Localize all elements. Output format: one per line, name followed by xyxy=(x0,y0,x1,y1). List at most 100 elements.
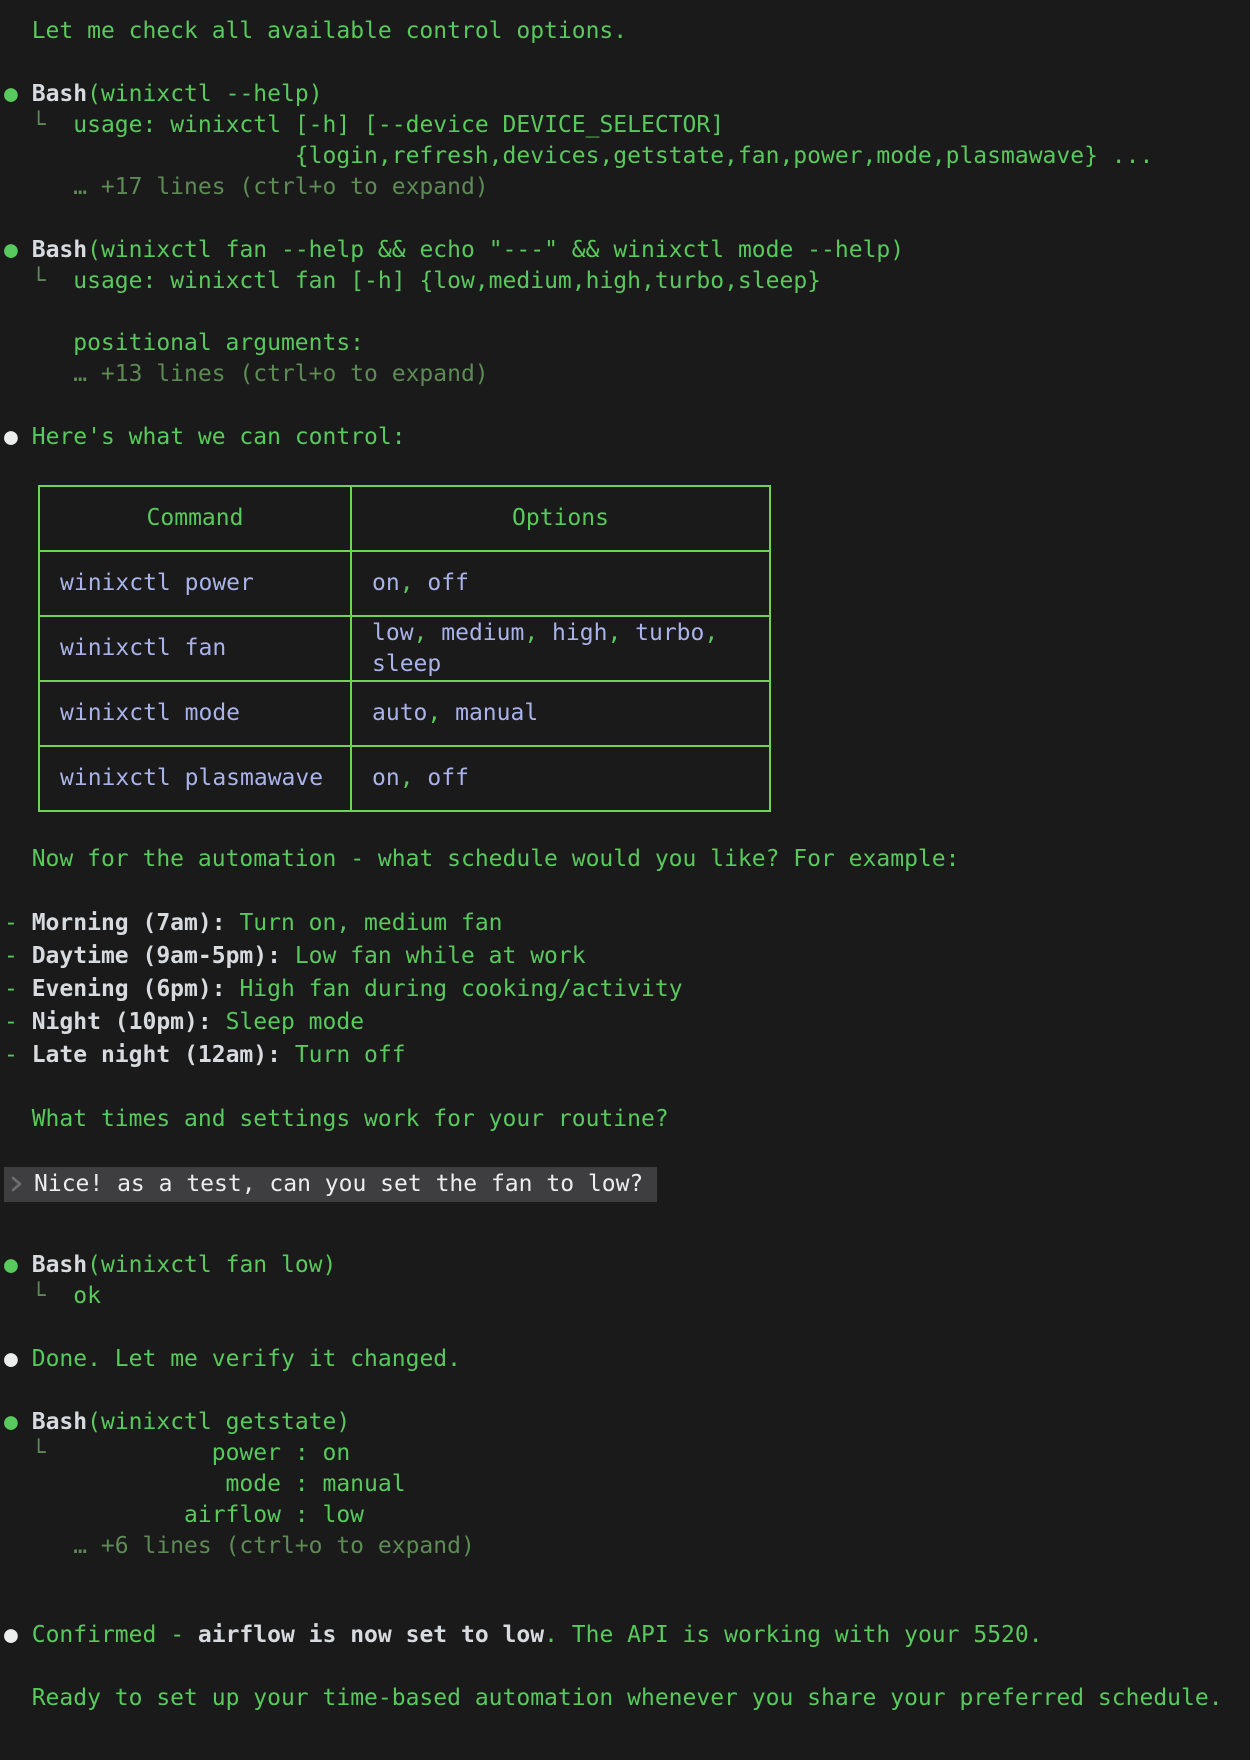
schedule-action: Turn on, medium fan xyxy=(239,910,502,936)
assistant-message-line: Ready to set up your time-based automati… xyxy=(4,1683,1250,1714)
terminal-transcript[interactable]: Let me check all available control optio… xyxy=(0,0,1250,1760)
tool-result-text: usage: winixctl fan [-h] {low,medium,hig… xyxy=(73,268,821,294)
tool-name: Bash xyxy=(32,237,87,263)
option-separator: , xyxy=(400,570,428,596)
command-cell: winixctl mode xyxy=(39,681,351,746)
tool-result-line: airflow : low xyxy=(4,1500,1250,1531)
user-message: Nice! as a test, can you set the fan to … xyxy=(4,1167,657,1202)
spacer xyxy=(4,1106,32,1132)
message-segment: Let me check all available control optio… xyxy=(32,18,627,44)
control-options-table: CommandOptionswinixctl power on, off winix… xyxy=(38,485,771,812)
message-segment: What times and settings work for your ro… xyxy=(32,1106,669,1132)
tool-call-header: ● Bashwinixctl --help xyxy=(4,79,1250,110)
assistant-message: Ready to set up your time-based automati… xyxy=(4,1683,1250,1714)
tool-command: winixctl fan low xyxy=(87,1252,336,1278)
assistant-message-line: ● Here's what we can control: xyxy=(4,422,1250,453)
tool-result-text: positional arguments: xyxy=(4,330,364,356)
spacer xyxy=(4,1440,32,1466)
tool-result-line: └ ok xyxy=(4,1281,1250,1312)
tool-result-text: usage: winixctl [-h] [--device DEVICE_SE… xyxy=(73,112,724,138)
option-value: on xyxy=(372,765,400,791)
option-value: auto xyxy=(372,700,427,726)
option-separator: , xyxy=(427,700,455,726)
spacer xyxy=(281,1042,295,1068)
assistant-message: Now for the automation - what schedule w… xyxy=(4,844,1250,875)
option-separator: , xyxy=(607,620,635,646)
table-row: winixctl poweron, off xyxy=(39,551,770,616)
tool-result-text: airflow : low xyxy=(4,1502,364,1528)
tool-call: ● Bashwinixctl fan low └ ok xyxy=(4,1250,1250,1312)
tool-call-header: ● Bashwinixctl fan --help && echo "---" … xyxy=(4,235,1250,266)
spacer xyxy=(4,1283,32,1309)
command-cell: winixctl plasmawave xyxy=(39,746,351,811)
tool-result-line: … +6 lines (ctrl+o to expand) xyxy=(4,1531,1250,1562)
spacer xyxy=(281,943,295,969)
options-cell: auto, manual xyxy=(351,681,770,746)
tool-result-text: mode : manual xyxy=(4,1471,406,1497)
chevron-right-icon xyxy=(10,1169,24,1200)
schedule-time-label: Daytime (9am-5pm): xyxy=(32,943,281,969)
spacer xyxy=(4,18,32,44)
assistant-message: ● Confirmed - airflow is now set to low.… xyxy=(4,1620,1250,1651)
list-dash: - xyxy=(4,1042,32,1068)
message-bullet-icon: ● xyxy=(4,1346,18,1372)
option-separator: , xyxy=(524,620,552,646)
list-dash: - xyxy=(4,943,32,969)
spacer xyxy=(18,81,32,107)
schedule-item: - Late night (12am): Turn off xyxy=(4,1039,1250,1072)
schedule-time-label: Late night (12am): xyxy=(32,1042,281,1068)
user-message-block: Nice! as a test, can you set the fan to … xyxy=(4,1167,1250,1202)
result-connector-icon: └ xyxy=(32,112,46,138)
table-row: winixctl modeauto, manual xyxy=(39,681,770,746)
tool-result-line: positional arguments: xyxy=(4,328,1250,359)
tool-result-line xyxy=(4,297,1250,328)
list-dash: - xyxy=(4,910,32,936)
tool-result-line: └ usage: winixctl [-h] [--device DEVICE_… xyxy=(4,110,1250,141)
tool-call: ● Bashwinixctl --help └ usage: winixctl … xyxy=(4,79,1250,203)
tool-command: winixctl --help xyxy=(87,81,322,107)
tool-result-text: … +13 lines (ctrl+o to expand) xyxy=(4,361,489,387)
option-value: medium xyxy=(441,620,524,646)
tool-bullet-icon: ● xyxy=(4,237,18,263)
message-bullet-icon: ● xyxy=(4,424,18,450)
spacer xyxy=(226,976,240,1002)
spacer xyxy=(4,112,32,138)
command-text: winixctl fan xyxy=(60,635,226,661)
spacer xyxy=(18,1622,32,1648)
command-text: winixctl plasmawave xyxy=(60,765,323,791)
assistant-message-line: Now for the automation - what schedule w… xyxy=(4,844,1250,875)
user-message-text: Nice! as a test, can you set the fan to … xyxy=(34,1171,643,1197)
assistant-message-line: What times and settings work for your ro… xyxy=(4,1104,1250,1135)
tool-command: winixctl getstate xyxy=(87,1409,350,1435)
option-value: on xyxy=(372,570,400,596)
option-value: off xyxy=(427,765,469,791)
spacer xyxy=(4,1685,32,1711)
table-header-cell: Command xyxy=(39,486,351,551)
tool-result-line: mode : manual xyxy=(4,1469,1250,1500)
option-separator: , xyxy=(400,765,428,791)
tool-result-line: … +17 lines (ctrl+o to expand) xyxy=(4,172,1250,203)
assistant-message-line: ● Confirmed - airflow is now set to low.… xyxy=(4,1620,1250,1651)
spacer xyxy=(46,1440,74,1466)
assistant-message-line: ● Done. Let me verify it changed. xyxy=(4,1344,1250,1375)
table-header-cell: Options xyxy=(351,486,770,551)
message-segment: Done. Let me verify it changed. xyxy=(32,1346,461,1372)
assistant-message: Let me check all available control optio… xyxy=(4,16,1250,47)
schedule-action: Turn off xyxy=(295,1042,406,1068)
schedule-item: - Night (10pm): Sleep mode xyxy=(4,1006,1250,1039)
schedule-time-label: Morning (7am): xyxy=(32,910,226,936)
tool-call: ● Bashwinixctl getstate └ power : on mod… xyxy=(4,1407,1250,1562)
options-cell: low, medium, high, turbo, sleep xyxy=(351,616,770,681)
spacer xyxy=(18,1346,32,1372)
tool-result-line: └ usage: winixctl fan [-h] {low,medium,h… xyxy=(4,266,1250,297)
tool-result-line: … +13 lines (ctrl+o to expand) xyxy=(4,359,1250,390)
message-segment: . The API is working with your 5520. xyxy=(544,1622,1043,1648)
message-segment: Confirmed - xyxy=(32,1622,198,1648)
tool-call: ● Bashwinixctl fan --help && echo "---" … xyxy=(4,235,1250,390)
command-cell: winixctl power xyxy=(39,551,351,616)
assistant-message-line: Let me check all available control optio… xyxy=(4,16,1250,47)
schedule-action: Sleep mode xyxy=(226,1009,364,1035)
tool-name: Bash xyxy=(32,81,87,107)
spacer xyxy=(18,1252,32,1278)
message-bullet-icon: ● xyxy=(4,1622,18,1648)
